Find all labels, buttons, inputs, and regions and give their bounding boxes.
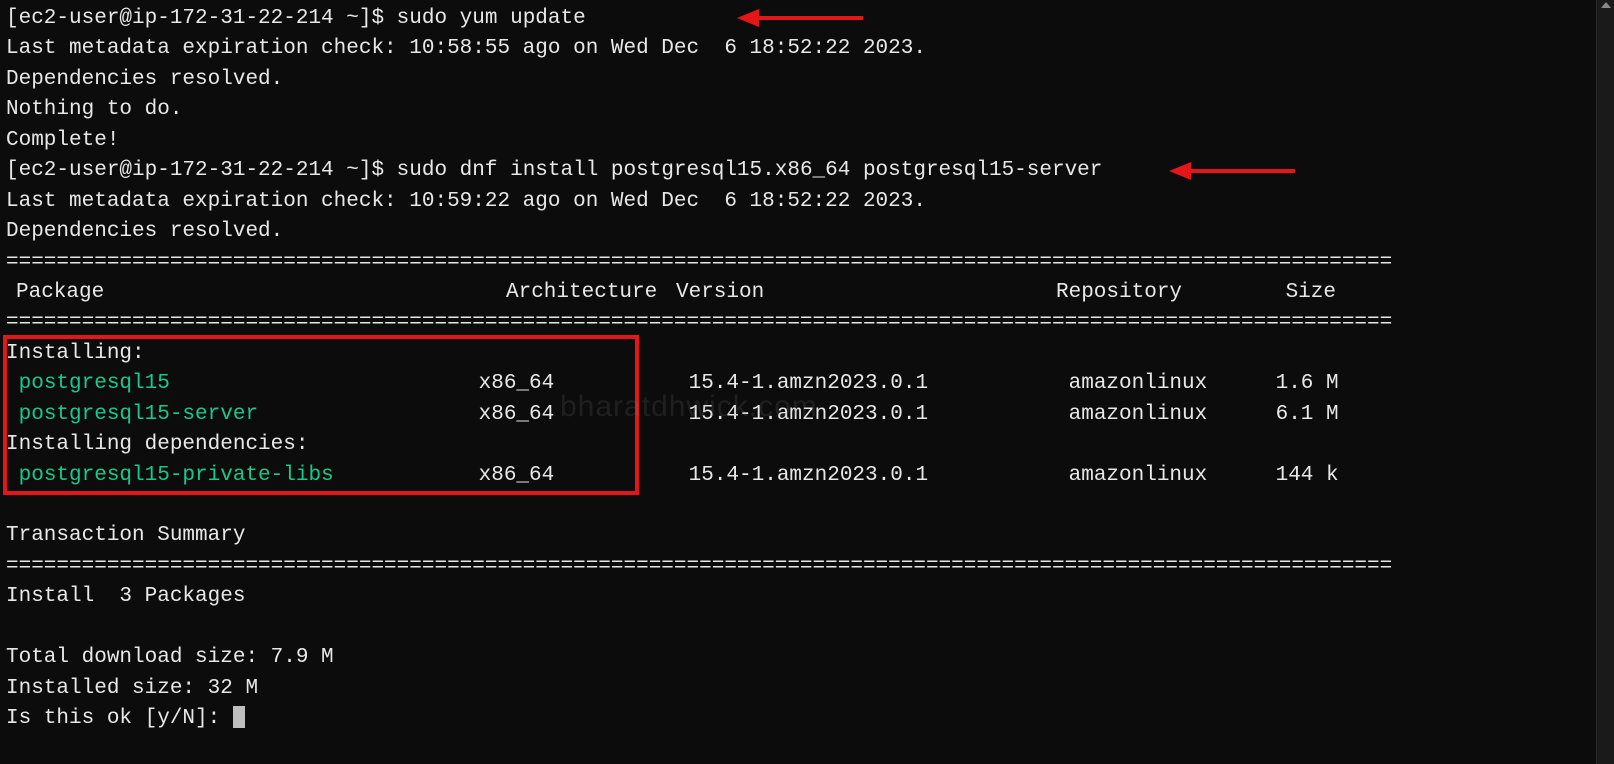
section-installing: Installing: bbox=[6, 339, 1608, 369]
separator-line: ========================================… bbox=[6, 248, 1608, 278]
package-size: 6.1 M bbox=[1259, 400, 1339, 430]
output-line: Dependencies resolved. bbox=[6, 217, 1608, 247]
package-repo: amazonlinux bbox=[1069, 461, 1259, 491]
package-repo: amazonlinux bbox=[1069, 400, 1259, 430]
install-count: Install 3 Packages bbox=[6, 582, 1608, 612]
output-line: Dependencies resolved. bbox=[6, 65, 1608, 95]
total-download: Total download size: 7.9 M bbox=[6, 643, 1608, 673]
col-header-package: Package bbox=[6, 278, 506, 308]
table-row: postgresql15-serverx86_6415.4-1.amzn2023… bbox=[6, 400, 1608, 430]
col-header-version: Version bbox=[676, 278, 1056, 308]
package-name: postgresql15-private-libs bbox=[19, 461, 479, 491]
confirm-prompt[interactable]: Is this ok [y/N]: bbox=[6, 704, 1608, 734]
cursor-icon bbox=[233, 706, 245, 728]
vertical-scrollbar[interactable] bbox=[1596, 0, 1614, 764]
blank-line bbox=[6, 613, 1608, 643]
table-row: postgresql15x86_6415.4-1.amzn2023.0.1ama… bbox=[6, 369, 1608, 399]
command-text: sudo dnf install postgresql15.x86_64 pos… bbox=[397, 159, 1103, 182]
output-line: Last metadata expiration check: 10:59:22… bbox=[6, 187, 1608, 217]
package-size: 144 k bbox=[1259, 461, 1339, 491]
prompt-line-2: [ec2-user@ip-172-31-22-214 ~]$ sudo dnf … bbox=[6, 156, 1608, 186]
installed-size: Installed size: 32 M bbox=[6, 674, 1608, 704]
scroll-up-icon[interactable] bbox=[1601, 2, 1611, 8]
table-row: postgresql15-private-libsx86_6415.4-1.am… bbox=[6, 461, 1608, 491]
table-header-row: PackageArchitectureVersionRepositorySize bbox=[6, 278, 1608, 308]
prompt-line-1: [ec2-user@ip-172-31-22-214 ~]$ sudo yum … bbox=[6, 4, 1608, 34]
terminal-output[interactable]: [ec2-user@ip-172-31-22-214 ~]$ sudo yum … bbox=[6, 4, 1608, 735]
package-name: postgresql15 bbox=[19, 369, 479, 399]
col-header-size: Size bbox=[1256, 278, 1336, 308]
package-version: 15.4-1.amzn2023.0.1 bbox=[689, 461, 1069, 491]
output-line: Last metadata expiration check: 10:58:55… bbox=[6, 34, 1608, 64]
output-line: Nothing to do. bbox=[6, 95, 1608, 125]
package-arch: x86_64 bbox=[479, 461, 689, 491]
command-text: sudo yum update bbox=[397, 7, 586, 30]
shell-prompt: [ec2-user@ip-172-31-22-214 ~]$ bbox=[6, 159, 397, 182]
package-arch: x86_64 bbox=[479, 369, 689, 399]
confirm-text: Is this ok [y/N]: bbox=[6, 707, 233, 730]
tx-summary-header: Transaction Summary bbox=[6, 521, 1608, 551]
package-version: 15.4-1.amzn2023.0.1 bbox=[689, 400, 1069, 430]
separator-line: ========================================… bbox=[6, 308, 1608, 338]
package-arch: x86_64 bbox=[479, 400, 689, 430]
col-header-arch: Architecture bbox=[506, 278, 676, 308]
package-size: 1.6 M bbox=[1259, 369, 1339, 399]
shell-prompt: [ec2-user@ip-172-31-22-214 ~]$ bbox=[6, 7, 397, 30]
output-line: Complete! bbox=[6, 126, 1608, 156]
blank-line bbox=[6, 491, 1608, 521]
separator-line: ========================================… bbox=[6, 552, 1608, 582]
package-version: 15.4-1.amzn2023.0.1 bbox=[689, 369, 1069, 399]
section-installing-deps: Installing dependencies: bbox=[6, 430, 1608, 460]
package-name: postgresql15-server bbox=[19, 400, 479, 430]
col-header-repo: Repository bbox=[1056, 278, 1256, 308]
package-repo: amazonlinux bbox=[1069, 369, 1259, 399]
